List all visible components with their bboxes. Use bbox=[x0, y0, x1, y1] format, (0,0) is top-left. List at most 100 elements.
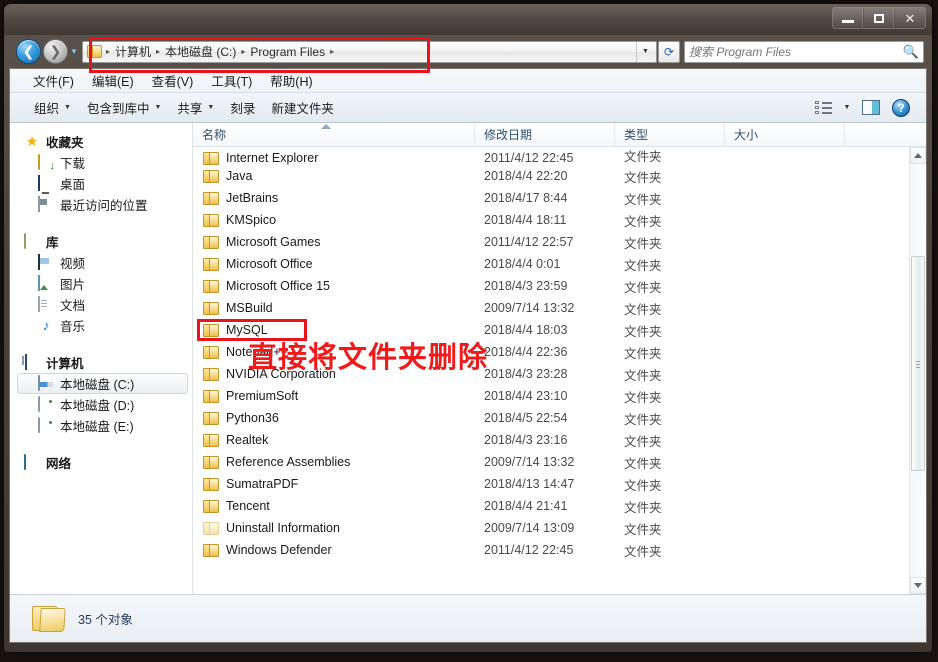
toolbar-burn[interactable]: 刻录 bbox=[222, 95, 263, 120]
menu-help[interactable]: 帮助(H) bbox=[261, 69, 321, 92]
preview-pane-button[interactable] bbox=[858, 97, 884, 119]
chevron-down-icon[interactable]: ▼ bbox=[636, 41, 654, 62]
sidebar-item-documents[interactable]: 文档 bbox=[10, 294, 192, 315]
sidebar-item-favorites[interactable]: ★ 收藏夹 bbox=[10, 131, 192, 152]
table-row[interactable]: PremiumSoft 2018/4/4 23:10 文件夹 bbox=[193, 385, 909, 407]
table-row[interactable]: Java 2018/4/4 22:20 文件夹 bbox=[193, 165, 909, 187]
menu-tools[interactable]: 工具(T) bbox=[202, 69, 261, 92]
scrollbar-track[interactable] bbox=[910, 164, 926, 577]
sidebar-item-drive-d[interactable]: 本地磁盘 (D:) bbox=[10, 394, 192, 415]
table-row[interactable]: NVIDIA Corporation 2018/4/3 23:28 文件夹 bbox=[193, 363, 909, 385]
sidebar-item-downloads[interactable]: 下载 bbox=[10, 152, 192, 173]
change-view-dropdown[interactable]: ▼ bbox=[840, 97, 854, 119]
scroll-up-button[interactable] bbox=[910, 147, 926, 164]
table-row[interactable]: Windows Defender 2011/4/12 22:45 文件夹 bbox=[193, 539, 909, 561]
toolbar-include-in-library[interactable]: 包含到库中 ▼ bbox=[79, 95, 169, 120]
breadcrumb-item-drive-c[interactable]: 本地磁盘 (C:) bbox=[162, 42, 239, 62]
table-row[interactable]: Reference Assemblies 2009/7/14 13:32 文件夹 bbox=[193, 451, 909, 473]
desktop-icon bbox=[38, 175, 40, 191]
recent-places-icon bbox=[38, 196, 40, 212]
refresh-button[interactable]: ⟳ bbox=[658, 40, 680, 63]
status-item-count: 35 个对象 bbox=[78, 613, 133, 627]
sidebar-item-videos[interactable]: 视频 bbox=[10, 252, 192, 273]
sidebar-item-pictures[interactable]: 图片 bbox=[10, 273, 192, 294]
change-view-button[interactable] bbox=[810, 97, 836, 119]
table-row[interactable]: MSBuild 2009/7/14 13:32 文件夹 bbox=[193, 297, 909, 319]
menu-edit[interactable]: 编辑(E) bbox=[83, 69, 143, 92]
menu-view[interactable]: 查看(V) bbox=[143, 69, 203, 92]
file-name-cell: Python36 bbox=[193, 411, 475, 425]
table-row[interactable]: Notepad++ 2018/4/4 22:36 文件夹 bbox=[193, 341, 909, 363]
address-bar[interactable]: ▸ 计算机 ▸ 本地磁盘 (C:) ▸ Program Files ▸ ▼ bbox=[82, 40, 657, 63]
breadcrumb-separator[interactable]: ▸ bbox=[239, 42, 247, 62]
minimize-button[interactable] bbox=[833, 8, 863, 28]
breadcrumb-separator[interactable]: ▸ bbox=[104, 42, 112, 62]
sidebar-item-drive-e[interactable]: 本地磁盘 (E:) bbox=[10, 415, 192, 436]
sidebar-item-music[interactable]: ♪ 音乐 bbox=[10, 315, 192, 336]
toolbar-share-label: 共享 bbox=[177, 102, 203, 116]
column-header-date-modified[interactable]: 修改日期 bbox=[475, 123, 615, 146]
sidebar-item-computer[interactable]: 计算机 bbox=[10, 352, 192, 373]
folder-icon bbox=[203, 521, 219, 535]
file-name-label: KMSpico bbox=[226, 213, 277, 227]
file-name-cell: Java bbox=[193, 169, 475, 183]
folder-icon bbox=[203, 499, 219, 513]
file-name-label: Windows Defender bbox=[226, 543, 332, 557]
column-header-size[interactable]: 大小 bbox=[725, 123, 845, 146]
close-button[interactable]: ✕ bbox=[895, 8, 925, 28]
table-row[interactable]: JetBrains 2018/4/17 8:44 文件夹 bbox=[193, 187, 909, 209]
file-date-cell: 2011/4/12 22:45 bbox=[484, 151, 574, 165]
back-button[interactable]: ❮ bbox=[16, 39, 41, 64]
sidebar-item-libraries[interactable]: 库 bbox=[10, 231, 192, 252]
file-name-cell: MySQL bbox=[193, 323, 475, 337]
table-row[interactable]: SumatraPDF 2018/4/13 14:47 文件夹 bbox=[193, 473, 909, 495]
vertical-scrollbar[interactable] bbox=[909, 147, 926, 594]
sidebar-label: 最近访问的位置 bbox=[60, 199, 148, 213]
search-input[interactable] bbox=[689, 44, 903, 59]
column-label: 类型 bbox=[624, 128, 649, 142]
table-row[interactable]: Internet Explorer 2011/4/12 22:45 文件夹 bbox=[193, 147, 909, 165]
sidebar-item-network[interactable]: 网络 bbox=[10, 452, 192, 473]
scrollbar-thumb[interactable] bbox=[911, 256, 925, 471]
toolbar-new-folder[interactable]: 新建文件夹 bbox=[263, 95, 342, 120]
window-controls: ✕ bbox=[832, 7, 926, 29]
table-row[interactable]: KMSpico 2018/4/4 18:11 文件夹 bbox=[193, 209, 909, 231]
breadcrumb-separator[interactable]: ▸ bbox=[154, 42, 162, 62]
maximize-button[interactable] bbox=[864, 8, 894, 28]
file-name-cell: KMSpico bbox=[193, 213, 475, 227]
column-label: 修改日期 bbox=[484, 128, 533, 142]
search-box[interactable]: 🔍 bbox=[684, 40, 924, 63]
table-row[interactable]: Uninstall Information 2009/7/14 13:09 文件夹 bbox=[193, 517, 909, 539]
column-header-name[interactable]: 名称 bbox=[193, 123, 475, 146]
column-header-type[interactable]: 类型 bbox=[615, 123, 725, 146]
table-row[interactable]: Microsoft Games 2011/4/12 22:57 文件夹 bbox=[193, 231, 909, 253]
file-date-cell: 2018/4/17 8:44 bbox=[484, 191, 568, 205]
file-name-label: NVIDIA Corporation bbox=[226, 367, 336, 381]
file-type-cell: 文件夹 bbox=[624, 302, 662, 317]
recent-locations-dropdown-icon[interactable]: ▼ bbox=[68, 47, 80, 56]
table-row[interactable]: Python36 2018/4/5 22:54 文件夹 bbox=[193, 407, 909, 429]
table-row[interactable]: MySQL 2018/4/4 18:03 文件夹 bbox=[193, 319, 909, 341]
help-button[interactable]: ? bbox=[888, 97, 914, 119]
forward-button[interactable]: ❯ bbox=[43, 39, 68, 64]
scroll-down-button[interactable] bbox=[910, 577, 926, 594]
toolbar-organize[interactable]: 组织 ▼ bbox=[26, 95, 79, 120]
menu-file[interactable]: 文件(F) bbox=[24, 69, 83, 92]
file-type-cell: 文件夹 bbox=[624, 170, 662, 185]
table-row[interactable]: Microsoft Office 15 2018/4/3 23:59 文件夹 bbox=[193, 275, 909, 297]
table-row[interactable]: Microsoft Office 2018/4/4 0:01 文件夹 bbox=[193, 253, 909, 275]
sidebar-label: 收藏夹 bbox=[46, 136, 84, 150]
search-icon[interactable]: 🔍 bbox=[903, 44, 919, 60]
breadcrumb-item-computer[interactable]: 计算机 bbox=[112, 42, 154, 62]
sidebar-item-desktop[interactable]: 桌面 bbox=[10, 173, 192, 194]
toolbar-share[interactable]: 共享 ▼ bbox=[169, 95, 222, 120]
table-row[interactable]: Tencent 2018/4/4 21:41 文件夹 bbox=[193, 495, 909, 517]
file-name-label: Python36 bbox=[226, 411, 279, 425]
sidebar-item-recent-places[interactable]: 最近访问的位置 bbox=[10, 194, 192, 215]
file-date-cell: 2011/4/12 22:45 bbox=[484, 543, 574, 557]
breadcrumb-item-program-files[interactable]: Program Files bbox=[247, 42, 328, 62]
sidebar-item-drive-c[interactable]: 本地磁盘 (C:) bbox=[17, 373, 188, 394]
breadcrumb-separator[interactable]: ▸ bbox=[328, 42, 336, 62]
column-label: 大小 bbox=[734, 128, 759, 142]
table-row[interactable]: Realtek 2018/4/3 23:16 文件夹 bbox=[193, 429, 909, 451]
